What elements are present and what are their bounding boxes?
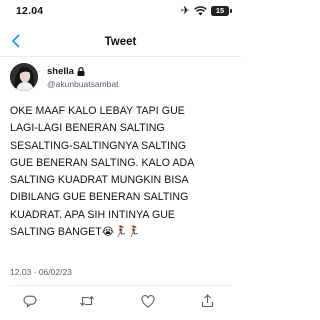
page-title: Tweet [104, 36, 137, 48]
battery-icon: 15 [211, 5, 233, 17]
share-icon [201, 294, 213, 308]
reply-button[interactable] [22, 293, 38, 309]
display-name[interactable]: shella [47, 66, 85, 77]
wifi-icon [194, 6, 207, 16]
tweet-timestamp[interactable]: 12.03 · 06/02/23 [10, 267, 72, 277]
share-button[interactable] [199, 293, 215, 309]
avatar[interactable] [10, 63, 38, 91]
status-time: 12.04 [16, 5, 44, 17]
lock-icon [77, 67, 85, 76]
status-bar: 12.04 ✈ 15 [0, 0, 241, 22]
battery-level: 15 [211, 5, 229, 16]
tweet-actions [0, 290, 241, 312]
tweet-author[interactable]: shella @akunbuatsambat [10, 63, 230, 93]
user-handle[interactable]: @akunbuatsambat [47, 79, 118, 89]
divider [10, 285, 231, 286]
airplane-icon: ✈ [180, 5, 190, 17]
status-icons: ✈ 15 [181, 5, 233, 17]
retweet-button[interactable] [79, 293, 95, 309]
retweet-icon [80, 295, 94, 307]
tweet-text: OKE MAAF KALO LEBAY TAPI GUE LAGI-LAGI B… [10, 105, 195, 239]
like-icon [141, 294, 155, 308]
nav-bar: Tweet [0, 28, 241, 57]
reply-icon [23, 295, 37, 307]
like-button[interactable] [140, 293, 156, 309]
display-name-text: shella [47, 66, 74, 77]
